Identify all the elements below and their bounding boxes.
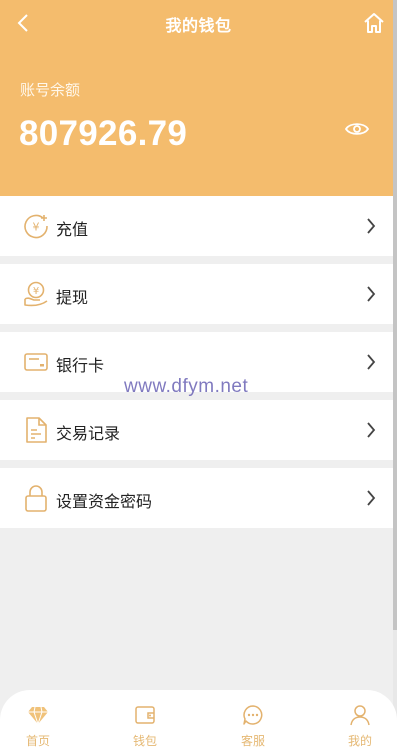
tab-mine[interactable]: 我的 bbox=[325, 690, 395, 751]
document-icon bbox=[21, 415, 51, 445]
tab-label: 客服 bbox=[240, 734, 265, 748]
svg-text:¥: ¥ bbox=[33, 221, 40, 234]
divider bbox=[0, 460, 393, 468]
menu-item-recharge[interactable]: ¥ 充值 bbox=[0, 196, 393, 256]
divider bbox=[0, 256, 393, 264]
svg-text:¥: ¥ bbox=[33, 286, 39, 297]
scrollbar[interactable] bbox=[393, 0, 397, 751]
tab-support[interactable]: 客服 bbox=[218, 690, 288, 751]
balance-value: 807926.79 bbox=[19, 114, 188, 153]
home-button[interactable] bbox=[361, 10, 387, 36]
menu-item-transactions[interactable]: 交易记录 bbox=[0, 400, 393, 460]
chevron-right-icon bbox=[365, 286, 377, 302]
wallet-page: 我的钱包 账号余额 807926.79 ¥ 充值 ¥ 提现 银行卡 交易记录 设… bbox=[0, 0, 397, 751]
home-icon bbox=[364, 13, 384, 33]
eye-icon bbox=[345, 123, 369, 135]
chevron-right-icon bbox=[365, 490, 377, 506]
menu-item-label: 设置资金密码 bbox=[56, 494, 153, 511]
menu-item-label: 银行卡 bbox=[56, 358, 105, 375]
bottom-tab-bar: 首页 钱包 客服 我的 bbox=[0, 690, 397, 751]
wallet-header: 我的钱包 账号余额 807926.79 bbox=[0, 0, 397, 196]
balance-label: 账号余额 bbox=[20, 82, 81, 99]
tab-label: 我的 bbox=[347, 734, 372, 748]
page-title: 我的钱包 bbox=[165, 18, 232, 35]
wallet-menu: ¥ 充值 ¥ 提现 银行卡 交易记录 设置资金密码 bbox=[0, 196, 393, 528]
menu-item-label: 交易记录 bbox=[56, 426, 121, 443]
menu-item-fund-password[interactable]: 设置资金密码 bbox=[0, 468, 393, 528]
tab-label: 首页 bbox=[25, 734, 50, 748]
top-navigation-bar: 我的钱包 bbox=[0, 0, 397, 46]
user-icon bbox=[349, 704, 371, 726]
withdraw-hand-coin-icon: ¥ bbox=[21, 279, 51, 309]
chevron-right-icon bbox=[365, 218, 377, 234]
menu-item-label: 提现 bbox=[56, 290, 89, 307]
wallet-icon bbox=[134, 704, 156, 726]
recharge-coin-icon: ¥ bbox=[21, 211, 51, 241]
toggle-balance-visibility-button[interactable] bbox=[344, 119, 370, 139]
tab-label: 钱包 bbox=[132, 734, 157, 748]
watermark: www.dfym.net bbox=[124, 376, 249, 397]
menu-item-label: 充值 bbox=[56, 222, 89, 239]
chevron-right-icon bbox=[365, 354, 377, 370]
tab-home[interactable]: 首页 bbox=[3, 690, 73, 751]
tab-wallet[interactable]: 钱包 bbox=[110, 690, 180, 751]
chat-icon bbox=[242, 704, 264, 726]
divider bbox=[0, 324, 393, 332]
diamond-icon bbox=[27, 704, 49, 726]
chevron-right-icon bbox=[365, 422, 377, 438]
bank-card-icon bbox=[21, 347, 51, 377]
scrollbar-thumb[interactable] bbox=[393, 0, 397, 630]
lock-icon bbox=[21, 483, 51, 513]
menu-item-withdraw[interactable]: ¥ 提现 bbox=[0, 264, 393, 324]
